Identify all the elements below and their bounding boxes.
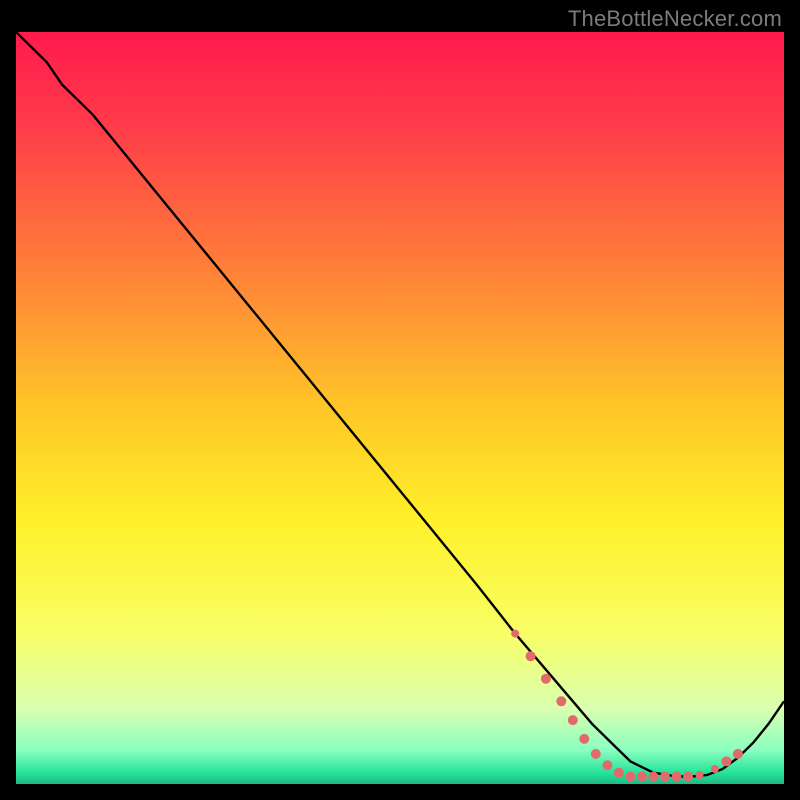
chart-background: [16, 32, 784, 784]
marker-dot: [648, 772, 658, 782]
marker-dot: [696, 771, 704, 779]
marker-dot: [614, 768, 624, 778]
marker-dot: [711, 765, 719, 773]
chart-svg: [16, 32, 784, 784]
marker-dot: [541, 674, 551, 684]
marker-dot: [733, 749, 743, 759]
marker-dot: [683, 772, 693, 782]
marker-dot: [721, 756, 731, 766]
marker-dot: [660, 772, 670, 782]
marker-dot: [602, 760, 612, 770]
marker-dot: [526, 651, 536, 661]
marker-dot: [591, 749, 601, 759]
marker-dot: [625, 772, 635, 782]
chart-plot: [16, 32, 784, 784]
marker-dot: [556, 696, 566, 706]
chart-stage: TheBottleNecker.com: [0, 0, 800, 800]
marker-dot: [579, 734, 589, 744]
marker-dot: [568, 715, 578, 725]
watermark-text: TheBottleNecker.com: [568, 6, 782, 32]
marker-dot: [511, 630, 519, 638]
marker-dot: [637, 772, 647, 782]
marker-dot: [672, 772, 682, 782]
